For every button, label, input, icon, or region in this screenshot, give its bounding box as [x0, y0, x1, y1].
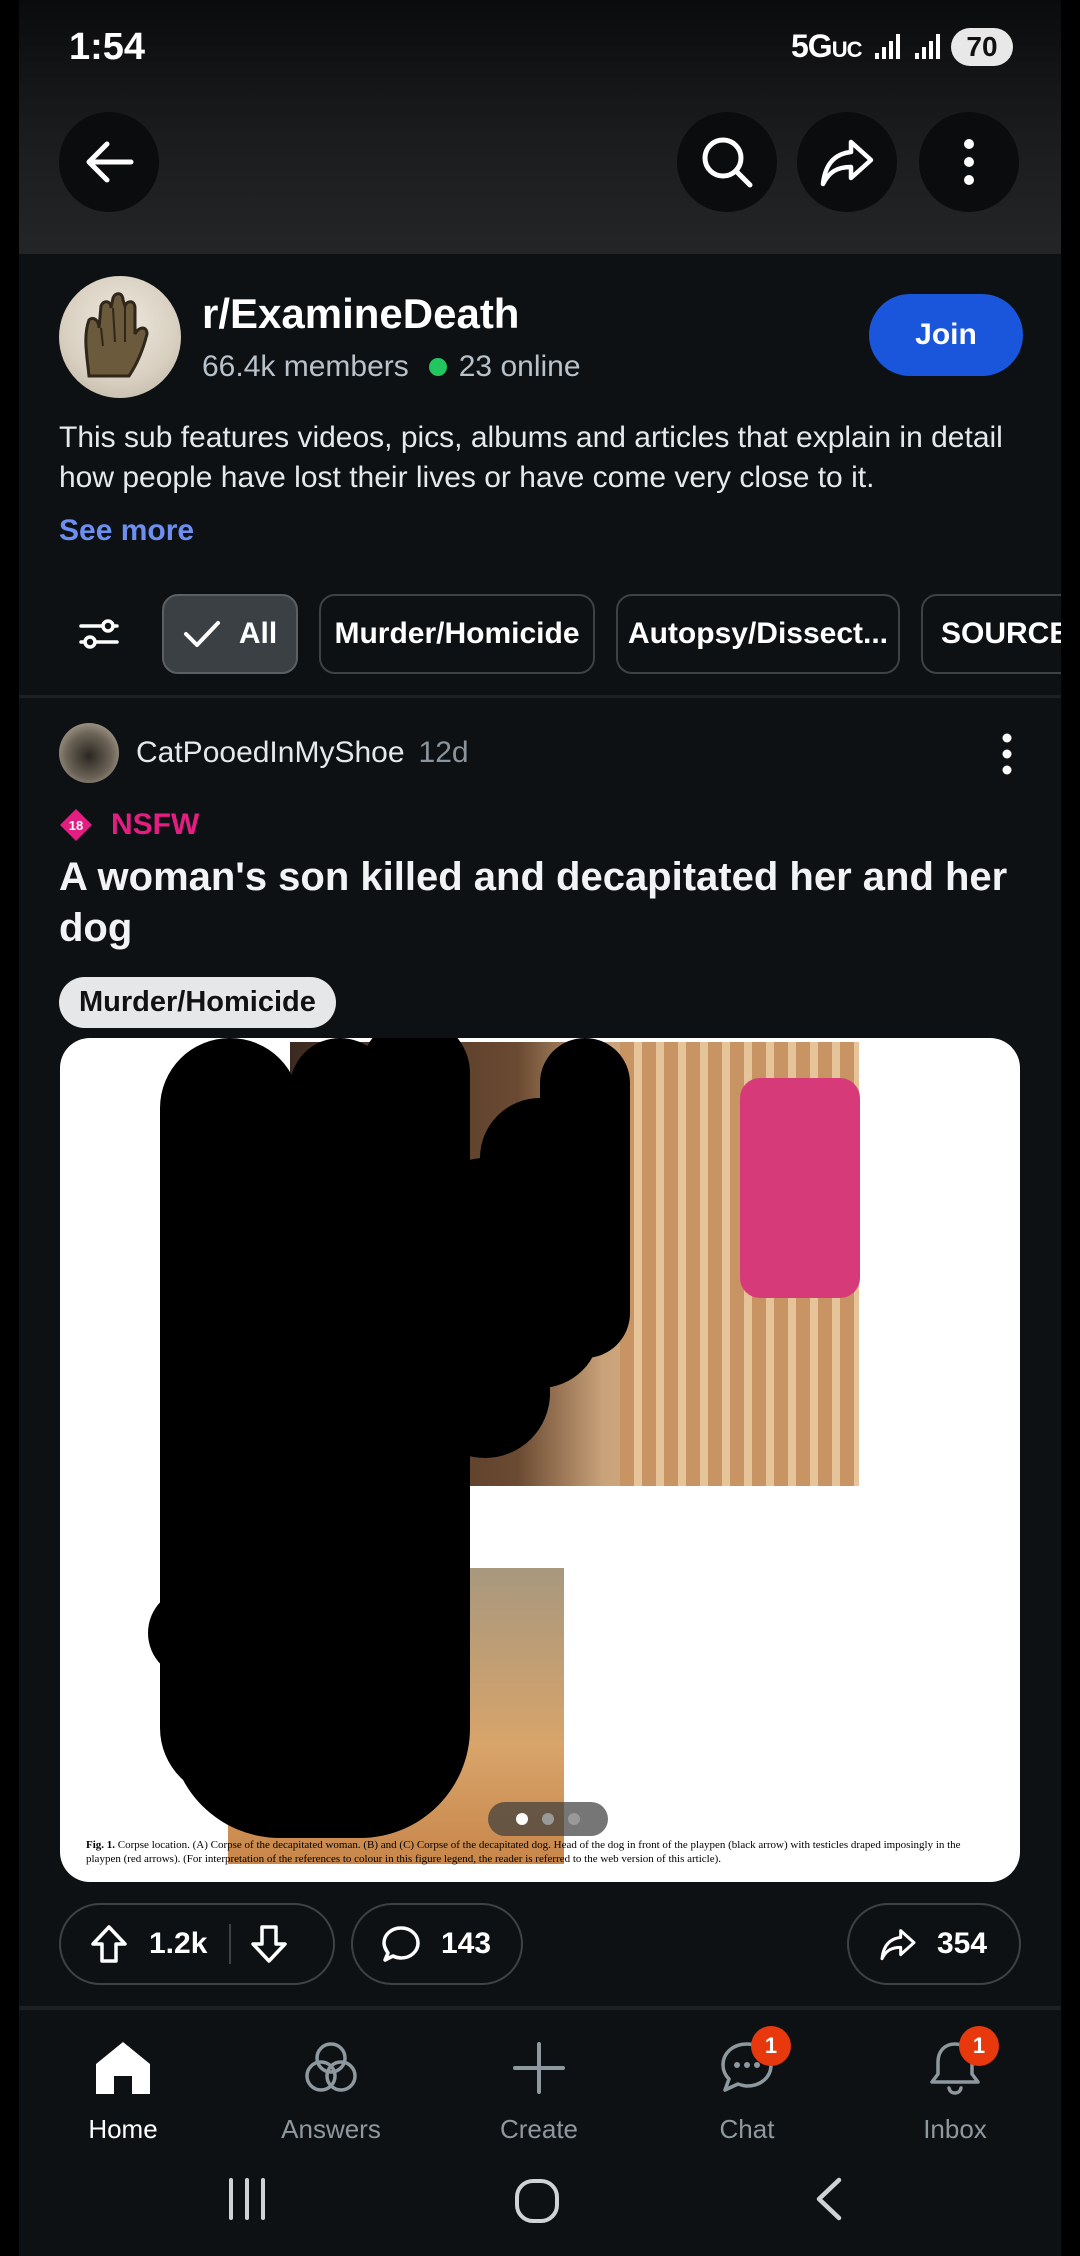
- inbox-badge: 1: [959, 2026, 999, 2066]
- nav-create[interactable]: Create: [435, 2010, 643, 2150]
- redaction-mark: [148, 1588, 268, 1678]
- member-count: 66.4k members: [202, 350, 409, 383]
- signal-icon: [875, 34, 941, 59]
- pink-blanket-image: [740, 1078, 860, 1298]
- comments-button[interactable]: 143: [351, 1903, 523, 1985]
- gallery-pager: [488, 1802, 608, 1836]
- network-suffix: UC: [831, 37, 863, 62]
- more-options-button[interactable]: [919, 112, 1019, 212]
- search-button[interactable]: [677, 112, 777, 212]
- join-button[interactable]: Join: [869, 294, 1023, 376]
- downvote-button[interactable]: [249, 1924, 289, 1964]
- nav-create-label: Create: [499, 2114, 579, 2144]
- sliders-icon: [79, 619, 119, 649]
- comment-bubble-icon: [382, 1926, 420, 1962]
- system-navigation-bar: [19, 2156, 1061, 2256]
- share-community-button[interactable]: [797, 112, 897, 212]
- share-icon: [820, 139, 874, 187]
- system-back-icon[interactable]: [809, 2174, 849, 2224]
- check-icon: [183, 621, 220, 647]
- see-more-link[interactable]: See more: [59, 514, 194, 548]
- search-icon: [702, 137, 753, 188]
- nav-inbox-icon-wrap: 1: [925, 2026, 999, 2108]
- answers-icon: [305, 2042, 357, 2092]
- nav-create-icon-wrap: [509, 2028, 569, 2108]
- online-dot: [428, 358, 447, 376]
- nav-inbox-label: Inbox: [923, 2114, 987, 2144]
- author-avatar[interactable]: [59, 723, 119, 783]
- plus-icon: [513, 2042, 565, 2094]
- nav-inbox[interactable]: 1 Inbox: [851, 2010, 1059, 2150]
- nav-home-icon-wrap: [92, 2028, 154, 2108]
- hand-icon: [84, 292, 149, 378]
- post-title[interactable]: A woman's son killed and decapitated her…: [59, 852, 1019, 954]
- app-screen: 1:54 5GUC 70 r/ExamineDeath 66.4k member…: [19, 0, 1061, 2256]
- chip-murder-homicide[interactable]: Murder/Homicide: [319, 594, 595, 674]
- redaction-mark: [540, 1038, 630, 1358]
- share-count: 354: [937, 1927, 988, 1960]
- vote-bar: 1.2k: [59, 1903, 335, 1985]
- arrow-up-icon: [91, 1925, 127, 1963]
- pager-dot: [516, 1813, 528, 1825]
- more-vertical-icon: [1002, 733, 1012, 775]
- community-stats: 66.4k members 23 online: [202, 350, 581, 384]
- vote-separator: [229, 1924, 232, 1964]
- arrow-down-icon: [251, 1925, 288, 1963]
- pager-dot: [542, 1813, 554, 1825]
- more-vertical-icon: [964, 139, 974, 185]
- chip-autopsy-dissection[interactable]: Autopsy/Dissect...: [616, 594, 900, 674]
- post-media[interactable]: C Fig. 1. Corpse location. (A) Corpse of…: [60, 1038, 1020, 1882]
- chip-source[interactable]: SOURCE: [921, 594, 1061, 674]
- nav-answers[interactable]: Answers: [227, 2010, 435, 2150]
- chip-all-label: All: [238, 617, 278, 650]
- online-count: 23 online: [458, 350, 581, 383]
- nav-answers-label: Answers: [281, 2114, 381, 2144]
- section-divider: [19, 695, 1061, 698]
- post-age: 12d: [418, 736, 469, 769]
- author-name[interactable]: CatPooedInMyShoe: [136, 736, 405, 769]
- chip-label: Murder/Homicide: [334, 617, 580, 650]
- post-flair[interactable]: Murder/Homicide: [59, 977, 336, 1028]
- arrow-left-icon: [86, 141, 134, 183]
- comment-count: 143: [441, 1927, 492, 1960]
- figure-caption-text: Corpse location. (A) Corpse of the decap…: [86, 1839, 961, 1865]
- status-time: 1:54: [69, 26, 146, 68]
- post-author: CatPooedInMyShoe 12d: [136, 736, 469, 770]
- nav-answers-icon-wrap: [301, 2028, 361, 2108]
- share-icon: [880, 1929, 916, 1961]
- pager-dot: [568, 1813, 580, 1825]
- chip-label: SOURCE: [941, 617, 1061, 650]
- nsfw-badge: 18: [59, 808, 93, 842]
- upvote-count: 1.2k: [149, 1927, 208, 1960]
- network-indicator: 5GUC: [791, 28, 953, 65]
- back-button[interactable]: [59, 112, 159, 212]
- network-type: 5G: [791, 28, 833, 64]
- status-bar: 1:54 5GUC 70: [19, 0, 1061, 90]
- nsfw-18-icon: 18: [60, 809, 92, 841]
- filter-button[interactable]: [59, 594, 139, 674]
- community-avatar: [59, 276, 181, 398]
- chip-label: Autopsy/Dissect...: [627, 617, 889, 650]
- community-description: This sub features videos, pics, albums a…: [59, 421, 1003, 494]
- nav-chat-icon-wrap: 1: [717, 2026, 791, 2108]
- post-overflow-button[interactable]: [983, 730, 1031, 778]
- upvote-button[interactable]: [89, 1924, 129, 1964]
- figure-caption-label: Fig. 1.: [86, 1839, 116, 1851]
- figure-caption: Fig. 1. Corpse location. (A) Corpse of t…: [86, 1838, 996, 1866]
- nav-chat[interactable]: 1 Chat: [643, 2010, 851, 2150]
- community-name[interactable]: r/ExamineDeath: [202, 290, 519, 338]
- battery-indicator: 70: [951, 28, 1013, 66]
- nav-home-label: Home: [88, 2114, 158, 2144]
- nav-chat-label: Chat: [719, 2114, 775, 2144]
- nsfw-label: NSFW: [111, 808, 200, 841]
- nav-home[interactable]: Home: [19, 2010, 227, 2150]
- home-circle-icon[interactable]: [512, 2176, 562, 2226]
- home-icon: [96, 2042, 150, 2094]
- recent-apps-icon[interactable]: [225, 2174, 269, 2224]
- redaction-mark: [260, 1578, 450, 1808]
- nsfw-badge-text: 18: [69, 818, 83, 833]
- share-post-button[interactable]: 354: [847, 1903, 1021, 1985]
- chat-badge: 1: [751, 2026, 791, 2066]
- chip-all[interactable]: All: [162, 594, 298, 674]
